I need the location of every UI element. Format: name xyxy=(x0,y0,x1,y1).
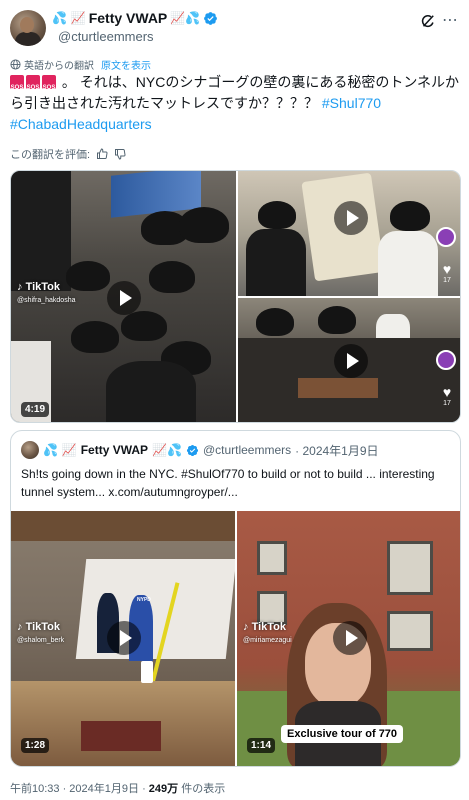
tiktok-label: TikTok xyxy=(25,281,60,293)
like-count: 17 xyxy=(443,277,451,284)
video-1[interactable]: ♪ TikTok @shifra_hakdosha 4:19 xyxy=(11,171,236,422)
rate-translation-label: この翻訳を評価: xyxy=(10,149,91,161)
tiktok-logo: ♪ TikTok xyxy=(17,621,60,633)
author-emoji-prefix: 💦 📈 xyxy=(52,11,86,25)
like-count: 17 xyxy=(443,400,451,407)
rate-translation-row: この翻訳を評価: xyxy=(10,146,126,162)
hashtag-chabad-headquarters[interactable]: #ChabadHeadquarters xyxy=(10,116,152,132)
quoted-emoji-prefix: 💦 📈 xyxy=(43,443,77,457)
video-duration: 4:19 xyxy=(21,402,50,417)
post-timestamp[interactable]: 午前10:33 · 2024年1月9日 · xyxy=(10,783,149,795)
video-duration: 1:14 xyxy=(247,738,276,753)
tiktok-logo: ♪ TikTok xyxy=(243,621,286,633)
post-text: 。 それは、NYCのシナゴーグの壁の裏にある秘密のトンネルから引き出された汚れた… xyxy=(10,72,460,135)
post-media-grid: ♪ TikTok @shifra_hakdosha 4:19 ♥ 17 ♥ 17 xyxy=(10,170,461,423)
play-button[interactable] xyxy=(334,201,368,235)
quoted-post[interactable]: 💦 📈 Fetty VWAP 📈💦 @cturtleemmers · 2024年… xyxy=(10,430,461,767)
verified-badge-icon xyxy=(186,444,198,456)
tiktok-label: TikTok xyxy=(251,621,286,633)
author-emoji-suffix: 📈💦 xyxy=(170,11,201,25)
play-button[interactable] xyxy=(333,621,367,655)
tiktok-label: TikTok xyxy=(25,621,60,633)
grok-icon[interactable] xyxy=(419,12,437,30)
video-2[interactable]: ♥ 17 xyxy=(238,171,460,296)
thumbs-up-icon[interactable] xyxy=(96,148,108,160)
quoted-emoji-suffix: 📈💦 xyxy=(152,443,182,457)
view-count: 249万 xyxy=(148,783,179,795)
sos-emoji-icon xyxy=(42,75,56,99)
tiktok-logo: ♪ TikTok xyxy=(17,281,60,293)
quoted-post-link[interactable]: x.com/autumngroyper/... xyxy=(108,485,237,499)
quoted-post-text: Sh!ts going down in the NYC. #ShulOf770 … xyxy=(21,465,451,501)
tiktok-username: @shalom_berk xyxy=(17,637,65,644)
video-duration: 1:28 xyxy=(21,738,50,753)
video-3[interactable]: ♥ 17 xyxy=(238,298,460,422)
post-body: 。 それは、NYCのシナゴーグの壁の裏にある秘密のトンネルから引き出された汚れた… xyxy=(10,74,460,111)
more-icon[interactable]: ⋯ xyxy=(442,10,459,30)
view-label: 件の表示 xyxy=(178,783,226,795)
quoted-post-date: · 2024年1月9日 xyxy=(295,443,379,458)
tiktok-side-icons: ♥ 17 xyxy=(436,350,458,407)
play-button[interactable] xyxy=(107,621,141,655)
quoted-media-grid: NYPD ♪ TikTok @shalom_berk 1:28 ♪ TikTok… xyxy=(11,511,460,766)
post-header: 💦 📈 Fetty VWAP 📈💦 @cturtleemmers ⋯ xyxy=(10,8,459,48)
author-name-row[interactable]: 💦 📈 Fetty VWAP 📈💦 xyxy=(52,10,218,26)
police-jacket-text: NYPD xyxy=(137,597,151,603)
video-caption: Exclusive tour of 770 xyxy=(281,725,404,743)
globe-icon xyxy=(10,59,21,70)
quoted-video-2[interactable]: ♪ TikTok @miriamezagui Exclusive tour of… xyxy=(237,511,460,766)
quoted-author-handle: @cturtleemmers xyxy=(202,443,292,457)
play-button[interactable] xyxy=(334,344,368,378)
show-original-link[interactable]: 原文を表示 xyxy=(101,57,151,72)
sos-emoji-icon xyxy=(10,75,24,99)
author-name[interactable]: Fetty VWAP xyxy=(89,10,168,26)
quoted-video-1[interactable]: NYPD ♪ TikTok @shalom_berk 1:28 xyxy=(11,511,235,766)
quoted-author-name: Fetty VWAP xyxy=(80,443,149,457)
translation-note: 英語からの翻訳 原文を表示 xyxy=(10,57,151,72)
post-meta: 午前10:33 · 2024年1月9日 · 249万 件の表示 xyxy=(10,780,225,796)
thumbs-down-icon[interactable] xyxy=(114,148,126,160)
quoted-author-avatar xyxy=(21,441,39,459)
translation-note-text: 英語からの翻訳 xyxy=(24,61,94,72)
heart-icon: ♥ xyxy=(442,384,452,400)
heart-icon: ♥ xyxy=(442,261,452,277)
tiktok-side-icons: ♥ 17 xyxy=(436,227,458,284)
verified-badge-icon xyxy=(204,11,218,25)
play-button[interactable] xyxy=(107,281,141,315)
author-avatar[interactable] xyxy=(10,10,46,46)
quoted-post-header: 💦 📈 Fetty VWAP 📈💦 @cturtleemmers · 2024年… xyxy=(21,441,379,459)
tiktok-username: @miriamezagui xyxy=(243,637,292,644)
hashtag-shul770[interactable]: #Shul770 xyxy=(322,95,381,111)
author-handle[interactable]: @cturtleemmers xyxy=(58,29,154,44)
sos-emoji-icon xyxy=(26,75,40,99)
tiktok-username: @shifra_hakdosha xyxy=(17,297,76,304)
